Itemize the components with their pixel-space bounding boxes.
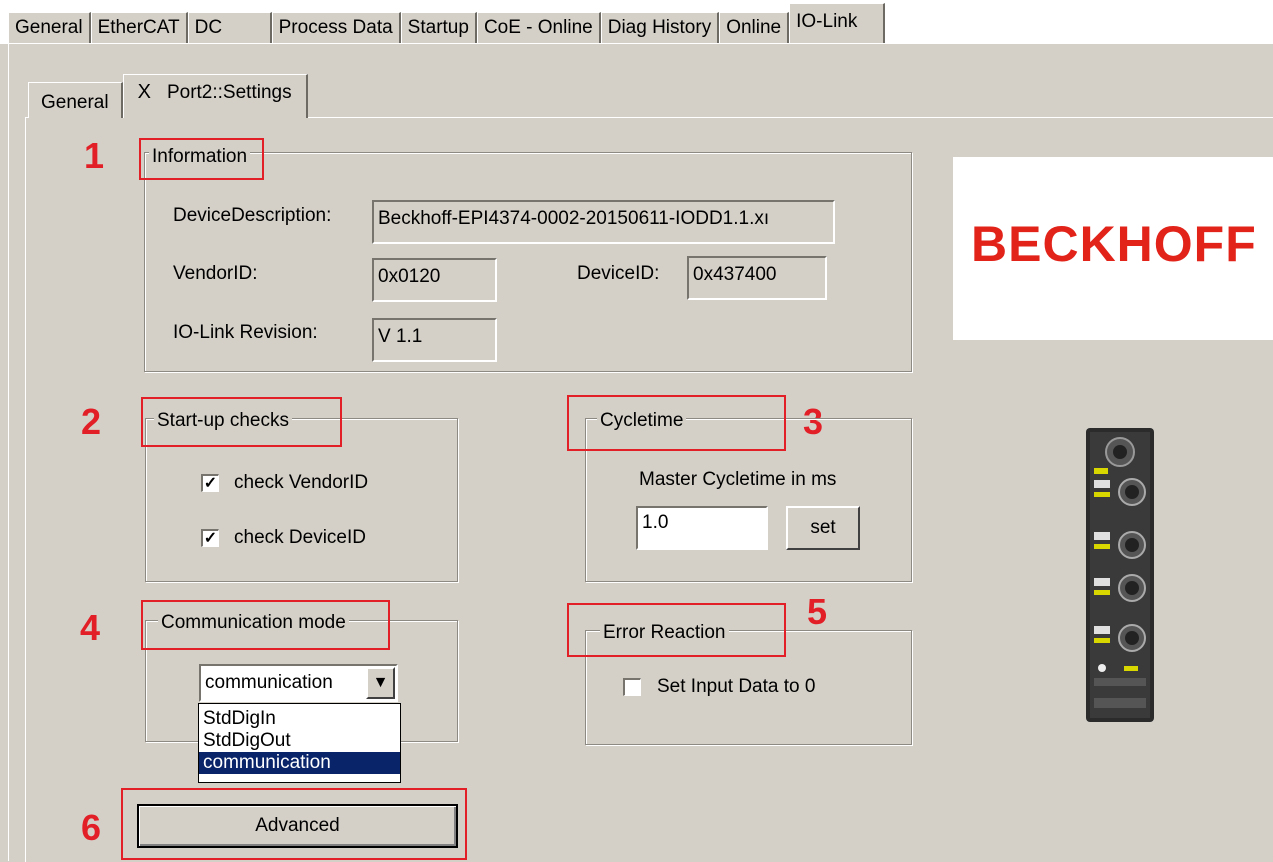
set-input-zero-label[interactable]: Set Input Data to 0 (657, 675, 815, 699)
set-input-zero-checkbox[interactable] (623, 678, 641, 696)
communication-mode-dropdown: StdDigIn StdDigOut communication (198, 703, 401, 783)
tab-io-link[interactable]: IO-Link (789, 3, 886, 43)
check-vendorid-label[interactable]: check VendorID (234, 471, 368, 495)
marker-1: 1 (84, 135, 105, 176)
device-description-label: DeviceDescription: (173, 205, 332, 226)
tab-diag-history[interactable]: Diag History (600, 12, 720, 43)
logo-text: BECKHOFF (971, 216, 1257, 272)
option-stddigout[interactable]: StdDigOut (199, 730, 400, 752)
device-description-field: Beckhoff-EPI4374-0002-20150611-IODD1.1.x… (372, 200, 835, 244)
option-communication[interactable]: communication (199, 752, 400, 774)
tab-general[interactable]: General (8, 12, 91, 43)
advanced-button[interactable]: Advanced (137, 804, 458, 848)
marker-5: 5 (807, 591, 828, 632)
communication-mode-legend: Communication mode (158, 612, 349, 634)
marker-4: 4 (80, 607, 101, 648)
tab-process-data[interactable]: Process Data (271, 12, 401, 43)
error-reaction-legend: Error Reaction (600, 622, 729, 644)
check-vendorid-checkbox[interactable]: ✓ (201, 474, 219, 492)
tab-dc[interactable]: DC (187, 12, 272, 43)
tab-online[interactable]: Online (719, 12, 790, 43)
information-legend: Information (149, 146, 251, 168)
top-tabs: General EtherCAT DC Process Data Startup… (8, 3, 886, 44)
marker-6: 6 (81, 807, 102, 848)
io-link-revision-field: V 1.1 (372, 318, 497, 362)
check-deviceid-checkbox[interactable]: ✓ (201, 529, 219, 547)
tab-ethercat[interactable]: EtherCAT (90, 12, 188, 43)
tab-startup[interactable]: Startup (400, 12, 477, 43)
close-tab-icon[interactable]: X (138, 81, 151, 103)
chevron-down-icon[interactable]: ▼ (366, 667, 395, 699)
subtab-port2-settings-label: Port2::Settings (166, 82, 292, 103)
master-cycletime-input[interactable]: 1.0 (636, 506, 768, 550)
device-id-label: DeviceID: (577, 263, 660, 284)
subtab-port2-settings[interactable]: X Port2::Settings (122, 74, 308, 118)
subtab-general[interactable]: General (28, 82, 123, 118)
beckhoff-logo: BECKHOFF (953, 157, 1273, 340)
startup-checks-legend: Start-up checks (154, 410, 292, 432)
set-button[interactable]: set (786, 506, 860, 550)
marker-2: 2 (81, 401, 102, 442)
communication-mode-selected: communication (205, 672, 333, 693)
vendor-id-field: 0x0120 (372, 258, 497, 302)
cycletime-legend: Cycletime (597, 410, 687, 432)
io-link-revision-label: IO-Link Revision: (173, 322, 318, 343)
master-cycletime-label: Master Cycletime in ms (639, 469, 837, 490)
device-id-field: 0x437400 (687, 256, 827, 300)
option-stddigin[interactable]: StdDigIn (199, 708, 400, 730)
device-image (1086, 428, 1154, 722)
sub-tabs: General X Port2::Settings (28, 74, 308, 118)
tab-coe-online[interactable]: CoE - Online (476, 12, 601, 43)
vendor-id-label: VendorID: (173, 263, 258, 284)
check-deviceid-label[interactable]: check DeviceID (234, 526, 366, 550)
